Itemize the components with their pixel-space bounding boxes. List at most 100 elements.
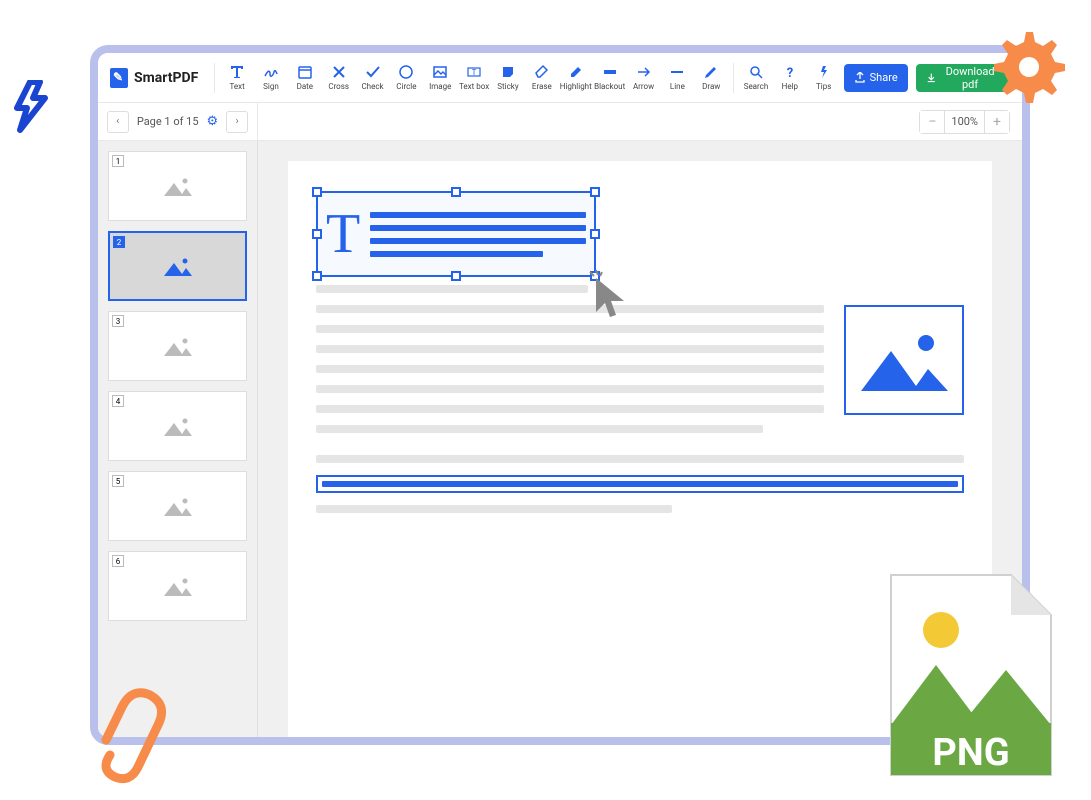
brand: SmartPDF (110, 68, 198, 88)
thumbnail-image-icon (162, 574, 194, 598)
thumbnail-number: 1 (112, 155, 124, 167)
thumbnail-number: 6 (112, 555, 124, 567)
erase-icon (534, 64, 550, 80)
image-icon (856, 321, 952, 399)
tool-text[interactable]: Text (221, 58, 253, 98)
zoom-control: − 100% + (919, 110, 1010, 134)
search-icon (748, 64, 764, 80)
selected-line-element[interactable] (316, 475, 964, 493)
help-icon: ? (782, 64, 798, 80)
thumbnail-number: 3 (112, 315, 124, 327)
toolbar: SmartPDF Text Sign Date Cross Check Circ… (98, 53, 1022, 103)
resize-handle[interactable] (451, 271, 461, 281)
thumbnail-image-icon (162, 174, 194, 198)
tool-line[interactable]: Line (661, 58, 693, 98)
cross-icon (331, 64, 347, 80)
next-page-button[interactable]: › (226, 111, 248, 133)
svg-text:?: ? (787, 66, 793, 80)
tool-highlight[interactable]: Highlight (560, 58, 592, 98)
resize-handle[interactable] (312, 271, 322, 281)
cursor-pointer-icon (588, 268, 634, 320)
separator (733, 63, 734, 93)
tool-check[interactable]: Check (357, 58, 389, 98)
tool-arrow[interactable]: Arrow (628, 58, 660, 98)
line-icon (669, 64, 685, 80)
selected-text-element[interactable]: T (316, 191, 596, 277)
highlight-icon (568, 64, 584, 80)
tips-icon (816, 64, 832, 80)
zoom-out-button[interactable]: − (920, 111, 944, 133)
tool-sticky[interactable]: Sticky (492, 58, 524, 98)
thumbnail-strip[interactable]: 1 2 3 4 5 6 (98, 141, 258, 737)
separator (214, 63, 215, 93)
text-placeholder (316, 365, 824, 373)
thumbnail-page-3[interactable]: 3 (108, 311, 247, 381)
page-settings-icon[interactable]: ⚙ (207, 114, 219, 129)
tool-cross[interactable]: Cross (323, 58, 355, 98)
zoom-in-button[interactable]: + (985, 111, 1009, 133)
page-indicator: Page 1 of 15 (137, 115, 199, 128)
thumbnail-page-5[interactable]: 5 (108, 471, 247, 541)
text-placeholder (316, 405, 824, 413)
thumbnail-number: 4 (112, 395, 124, 407)
png-file-decoration: PNG (881, 565, 1061, 785)
thumbnail-image-icon (162, 494, 194, 518)
sign-icon (263, 64, 279, 80)
text-placeholder (316, 325, 824, 333)
text-placeholder (316, 505, 672, 513)
page-controls: ‹ Page 1 of 15 ⚙ › − 100% + (98, 103, 1022, 141)
tool-help[interactable]: ?Help (774, 58, 806, 98)
tool-draw[interactable]: Draw (695, 58, 727, 98)
resize-handle[interactable] (451, 187, 461, 197)
resize-handle[interactable] (590, 187, 600, 197)
image-icon (432, 64, 448, 80)
thumbnail-number: 2 (113, 236, 125, 248)
text-placeholder (316, 285, 588, 293)
tool-circle[interactable]: Circle (390, 58, 422, 98)
resize-handle[interactable] (312, 187, 322, 197)
thumbnail-page-4[interactable]: 4 (108, 391, 247, 461)
draw-icon (703, 64, 719, 80)
svg-text:PNG: PNG (932, 731, 1009, 775)
text-icon (229, 64, 245, 80)
resize-handle[interactable] (590, 229, 600, 239)
text-placeholder (316, 455, 964, 463)
text-lines (370, 212, 586, 257)
share-upload-icon (854, 72, 866, 84)
bolt-decoration (5, 80, 60, 142)
paperclip-decoration (80, 675, 180, 785)
prev-page-button[interactable]: ‹ (107, 111, 129, 133)
tool-sign[interactable]: Sign (255, 58, 287, 98)
tool-erase[interactable]: Erase (526, 58, 558, 98)
zoom-value: 100% (944, 111, 985, 133)
thumbnail-image-icon (162, 334, 194, 358)
text-placeholder (316, 425, 763, 433)
check-icon (365, 64, 381, 80)
circle-icon (398, 64, 414, 80)
thumbnail-page-1[interactable]: 1 (108, 151, 247, 221)
arrow-icon (636, 64, 652, 80)
date-icon (297, 64, 313, 80)
tool-blackout[interactable]: Blackout (594, 58, 626, 98)
tool-textbox[interactable]: TText box (458, 58, 490, 98)
sticky-icon (500, 64, 516, 80)
tool-image[interactable]: Image (424, 58, 456, 98)
thumbnail-image-icon (162, 254, 194, 278)
resize-handle[interactable] (312, 229, 322, 239)
image-placeholder[interactable] (844, 305, 964, 415)
tool-tips[interactable]: Tips (808, 58, 840, 98)
textbox-icon: T (466, 64, 482, 80)
gear-decoration (981, 20, 1071, 110)
thumbnail-page-6[interactable]: 6 (108, 551, 247, 621)
download-icon (926, 72, 937, 84)
share-button[interactable]: Share (844, 64, 908, 92)
drop-cap: T (326, 206, 360, 262)
tool-date[interactable]: Date (289, 58, 321, 98)
thumbnail-number: 5 (112, 475, 124, 487)
text-placeholder (316, 385, 824, 393)
text-placeholder (316, 305, 824, 313)
text-placeholder (316, 345, 824, 353)
thumbnail-image-icon (162, 414, 194, 438)
tool-search[interactable]: Search (740, 58, 772, 98)
thumbnail-page-2[interactable]: 2 (108, 231, 247, 301)
